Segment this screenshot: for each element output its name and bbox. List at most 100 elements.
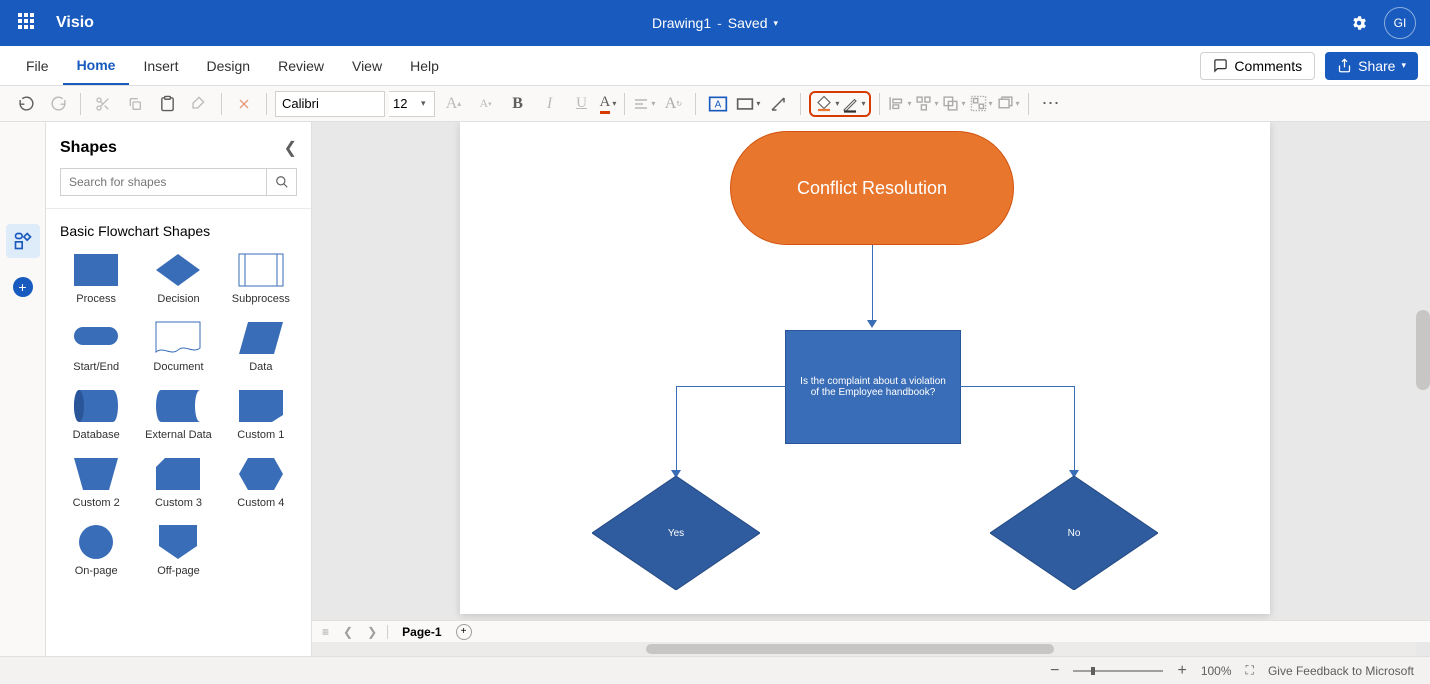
shapes-search-input[interactable] <box>60 168 267 196</box>
add-rail-button[interactable]: + <box>6 270 40 304</box>
shapes-panel-title: Shapes <box>60 139 117 157</box>
horizontal-scrollbar-track[interactable] <box>312 642 1416 656</box>
line-color-button[interactable]: ▾ <box>841 95 865 113</box>
page-tabs: ≡ ❮ ❯ Page-1 + <box>312 620 1430 642</box>
align-button[interactable]: ▾ <box>633 96 655 112</box>
font-name-select[interactable] <box>275 91 385 117</box>
tab-view[interactable]: View <box>338 48 396 84</box>
zoom-level[interactable]: 100% <box>1201 664 1232 678</box>
flowchart-decision-yes[interactable]: Yes <box>592 476 760 590</box>
shape-custom3[interactable]: Custom 3 <box>142 457 214 509</box>
connector-3-h[interactable] <box>960 386 1074 387</box>
redo-button[interactable] <box>44 90 72 118</box>
share-button[interactable]: Share ▾ <box>1325 52 1418 80</box>
document-status: Saved <box>728 15 768 31</box>
fill-line-group-highlighted: ▾ ▾ <box>809 91 871 117</box>
shape-custom1[interactable]: Custom 1 <box>225 389 297 441</box>
titlebar: Visio Drawing1 - Saved ▾ GI <box>0 0 1430 46</box>
more-button[interactable]: ⋯ <box>1037 90 1065 118</box>
connector-2-v[interactable] <box>676 386 677 472</box>
collapse-panel-icon[interactable]: ❮ <box>284 138 297 158</box>
toolbar: ▾ A▴ A▾ B I U A▾ ▾ A↻ A ▾ ▾ ▾ ▾ ▾ ▾ ▾ ▾ … <box>0 86 1430 122</box>
italic-button[interactable]: I <box>536 90 564 118</box>
page-tab-active[interactable]: Page-1 <box>394 625 449 639</box>
shape-subprocess[interactable]: Subprocess <box>225 253 297 305</box>
delete-button[interactable] <box>230 90 258 118</box>
add-page-button[interactable]: + <box>456 624 472 640</box>
shape-custom4[interactable]: Custom 4 <box>225 457 297 509</box>
decrease-font-button[interactable]: A▾ <box>472 90 500 118</box>
share-label: Share <box>1358 58 1395 74</box>
shape-document[interactable]: Document <box>142 321 214 373</box>
prev-page-icon[interactable]: ❮ <box>339 625 357 639</box>
zoom-slider[interactable] <box>1073 670 1163 672</box>
status-bar: − + 100% ⛶ Give Feedback to Microsoft <box>0 656 1430 684</box>
shape-onpage[interactable]: On-page <box>60 525 132 577</box>
shape-fill-button[interactable]: ▾ <box>815 95 839 113</box>
shape-database[interactable]: Database <box>60 389 132 441</box>
vertical-scrollbar[interactable] <box>1416 310 1430 390</box>
flowchart-decision-no[interactable]: No <box>990 476 1158 590</box>
shape-outline-button[interactable]: ▾ <box>736 97 760 111</box>
flowchart-start-shape[interactable]: Conflict Resolution <box>730 131 1014 245</box>
font-color-button[interactable]: A▾ <box>600 94 617 114</box>
user-avatar[interactable]: GI <box>1384 7 1416 39</box>
settings-icon[interactable] <box>1350 14 1368 32</box>
document-name: Drawing1 <box>652 15 711 31</box>
tab-file[interactable]: File <box>12 48 63 84</box>
app-launcher-icon[interactable] <box>18 13 38 33</box>
comments-button[interactable]: Comments <box>1200 52 1315 80</box>
undo-button[interactable] <box>12 90 40 118</box>
flowchart-process-shape[interactable]: Is the complaint about a violation of th… <box>785 330 961 444</box>
copy-button[interactable] <box>121 90 149 118</box>
align-objects-button[interactable]: ▾ <box>888 95 911 112</box>
bring-front-button[interactable]: ▾ <box>942 95 965 112</box>
position-button[interactable]: ▾ <box>915 95 938 112</box>
tab-help[interactable]: Help <box>396 48 453 84</box>
shape-offpage[interactable]: Off-page <box>142 525 214 577</box>
shape-data[interactable]: Data <box>225 321 297 373</box>
connector-3-v[interactable] <box>1074 386 1075 472</box>
font-size-select[interactable] <box>389 91 435 117</box>
document-title[interactable]: Drawing1 - Saved ▾ <box>652 15 778 31</box>
feedback-link[interactable]: Give Feedback to Microsoft <box>1268 664 1414 678</box>
underline-button[interactable]: U <box>568 90 596 118</box>
format-painter-button[interactable] <box>185 90 213 118</box>
shape-startend[interactable]: Start/End <box>60 321 132 373</box>
tab-home[interactable]: Home <box>63 47 130 85</box>
connector-1[interactable] <box>872 245 873 321</box>
search-button[interactable] <box>267 168 297 196</box>
shapes-rail-button[interactable] <box>6 224 40 258</box>
shapes-category: Basic Flowchart Shapes <box>60 223 297 239</box>
ribbon-tabs: File Home Insert Design Review View Help… <box>0 46 1430 86</box>
arrow-head-icon <box>867 320 877 328</box>
tab-review[interactable]: Review <box>264 48 338 84</box>
shape-external-data[interactable]: External Data <box>142 389 214 441</box>
zoom-in-button[interactable]: + <box>1177 662 1186 680</box>
shapes-panel: Shapes ❮ Basic Flowchart Shapes Process … <box>46 122 312 656</box>
connector-2-h[interactable] <box>676 386 786 387</box>
chevron-down-icon: ▾ <box>773 18 778 29</box>
canvas[interactable]: Conflict Resolution Is the complaint abo… <box>312 122 1430 656</box>
horizontal-scrollbar-thumb[interactable] <box>646 644 1054 654</box>
next-page-icon[interactable]: ❯ <box>363 625 381 639</box>
shape-decision[interactable]: Decision <box>142 253 214 305</box>
tab-insert[interactable]: Insert <box>129 48 192 84</box>
fit-page-button[interactable]: ⛶ <box>1246 663 1254 678</box>
shape-custom2[interactable]: Custom 2 <box>60 457 132 509</box>
increase-font-button[interactable]: A▴ <box>440 90 468 118</box>
page-list-icon[interactable]: ≡ <box>318 625 333 639</box>
group-button[interactable]: ▾ <box>970 95 993 112</box>
svg-text:A: A <box>715 99 722 110</box>
paste-button[interactable] <box>153 90 181 118</box>
layers-button[interactable]: ▾ <box>997 95 1020 112</box>
bold-button[interactable]: B <box>504 90 532 118</box>
cut-button[interactable] <box>89 90 117 118</box>
text-rotation-button[interactable]: A↻ <box>659 90 687 118</box>
connector-button[interactable] <box>764 90 792 118</box>
zoom-out-button[interactable]: − <box>1050 662 1059 680</box>
text-box-button[interactable]: A <box>704 90 732 118</box>
left-rail: + <box>0 122 46 656</box>
shape-process[interactable]: Process <box>60 253 132 305</box>
tab-design[interactable]: Design <box>192 48 264 84</box>
